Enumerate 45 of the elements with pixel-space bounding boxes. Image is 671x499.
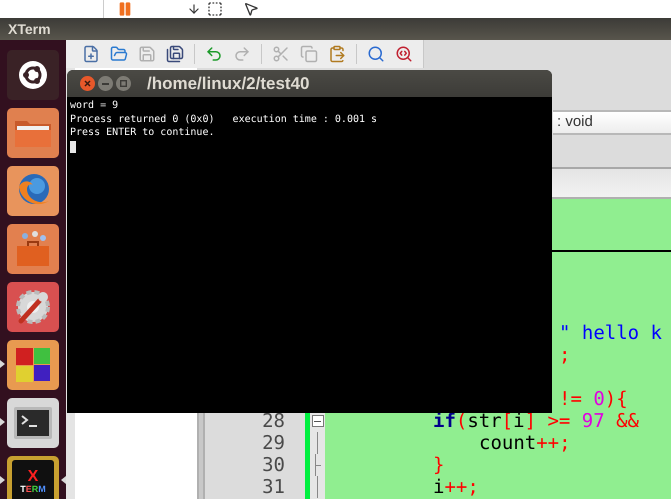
pointer-icon[interactable] [243, 1, 259, 17]
line-number: 28 [262, 410, 285, 432]
function-field[interactable]: : void [553, 110, 671, 135]
close-icon [84, 80, 91, 87]
maximize-icon [120, 80, 127, 87]
code-line: count++; [479, 432, 571, 454]
terminal-output-line: Press ENTER to continue. [70, 126, 216, 140]
launcher-button[interactable]: X TERM [7, 456, 59, 499]
paste-icon[interactable] [328, 45, 346, 63]
undo-icon[interactable] [205, 45, 223, 63]
text-cursor [70, 140, 76, 152]
code-line: ; [559, 344, 570, 366]
wrench-gear-icon [13, 287, 53, 327]
fold-toggle[interactable] [312, 415, 324, 427]
search-icon[interactable] [367, 45, 385, 63]
line-number: 29 [262, 432, 285, 454]
cubes-icon [13, 345, 53, 385]
code-line: i++; [433, 476, 479, 498]
terminal-output-line: word = 9 [70, 99, 120, 112]
minimize-icon [102, 82, 109, 84]
maximize-button[interactable] [116, 76, 131, 91]
fold-line [317, 476, 318, 498]
close-button[interactable] [80, 76, 95, 91]
line-number: 31 [262, 476, 285, 498]
terminal-title: /home/linux/2/test40 [147, 72, 310, 95]
code-line: } [433, 454, 444, 476]
terminal-output-line: Process returned 0 (0x0) execution time : 0.001 s [70, 112, 378, 126]
folder-icon[interactable] [110, 45, 128, 63]
fold-line [317, 432, 318, 454]
window-icon[interactable] [207, 1, 223, 17]
code-line: " hello k [559, 322, 662, 344]
save-all-icon[interactable] [166, 45, 184, 63]
code-line: != 0){ [559, 388, 628, 410]
window-title: XTerm [8, 20, 51, 38]
minimize-button[interactable] [98, 76, 113, 91]
pause-icon[interactable] [117, 1, 133, 17]
search-code-icon[interactable] [395, 45, 413, 63]
line-number: 30 [262, 454, 285, 476]
launcher-button[interactable] [7, 398, 59, 448]
logo-icon [18, 60, 48, 90]
fold-end-mark [314, 454, 320, 476]
launcher-button[interactable] [7, 50, 59, 100]
launcher-button[interactable] [7, 340, 59, 390]
new-file-icon[interactable] [82, 45, 100, 63]
terminal-icon [13, 406, 53, 440]
